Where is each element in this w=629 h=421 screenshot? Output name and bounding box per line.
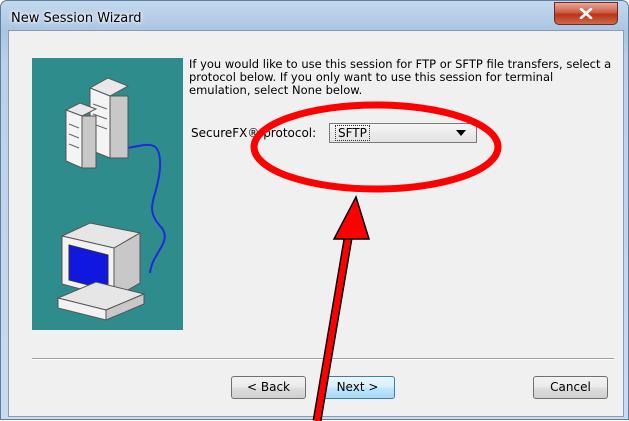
title-bar[interactable]: New Session Wizard [1, 1, 628, 27]
cancel-button[interactable]: Cancel [533, 376, 608, 399]
wizard-illustration [32, 58, 183, 330]
back-button[interactable]: < Back [231, 376, 306, 399]
protocol-selected-value: SFTP [335, 125, 370, 141]
computer-icon [56, 222, 146, 321]
protocol-label: SecureFX® protocol: [191, 126, 317, 140]
wizard-window: New Session Wizard If you would like to … [0, 0, 629, 421]
chevron-down-icon [456, 130, 466, 136]
wizard-body: If you would like to use this session fo… [8, 30, 624, 417]
window-title: New Session Wizard [11, 11, 142, 26]
next-button[interactable]: Next > [320, 376, 395, 399]
separator [32, 358, 614, 360]
protocol-select[interactable]: SFTP [329, 123, 477, 143]
wizard-description: If you would like to use this session fo… [189, 57, 612, 97]
close-icon [579, 8, 593, 19]
server-icon [64, 77, 130, 169]
close-button[interactable] [554, 2, 618, 25]
